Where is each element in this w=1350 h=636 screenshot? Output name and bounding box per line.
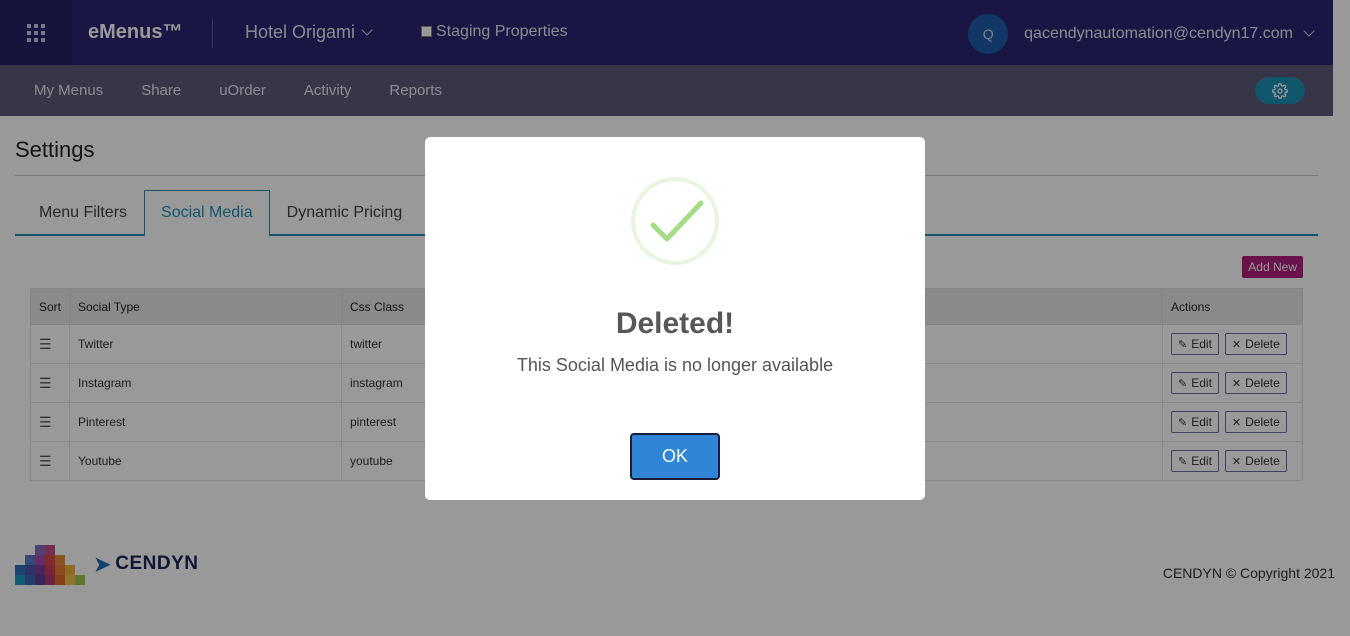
dialog-message: This Social Media is no longer available xyxy=(516,355,834,375)
dialog-title: Deleted! xyxy=(615,307,735,340)
success-check-icon xyxy=(631,177,719,265)
success-dialog: Deleted! This Social Media is no longer … xyxy=(425,137,925,500)
ok-button[interactable]: OK xyxy=(630,433,720,480)
